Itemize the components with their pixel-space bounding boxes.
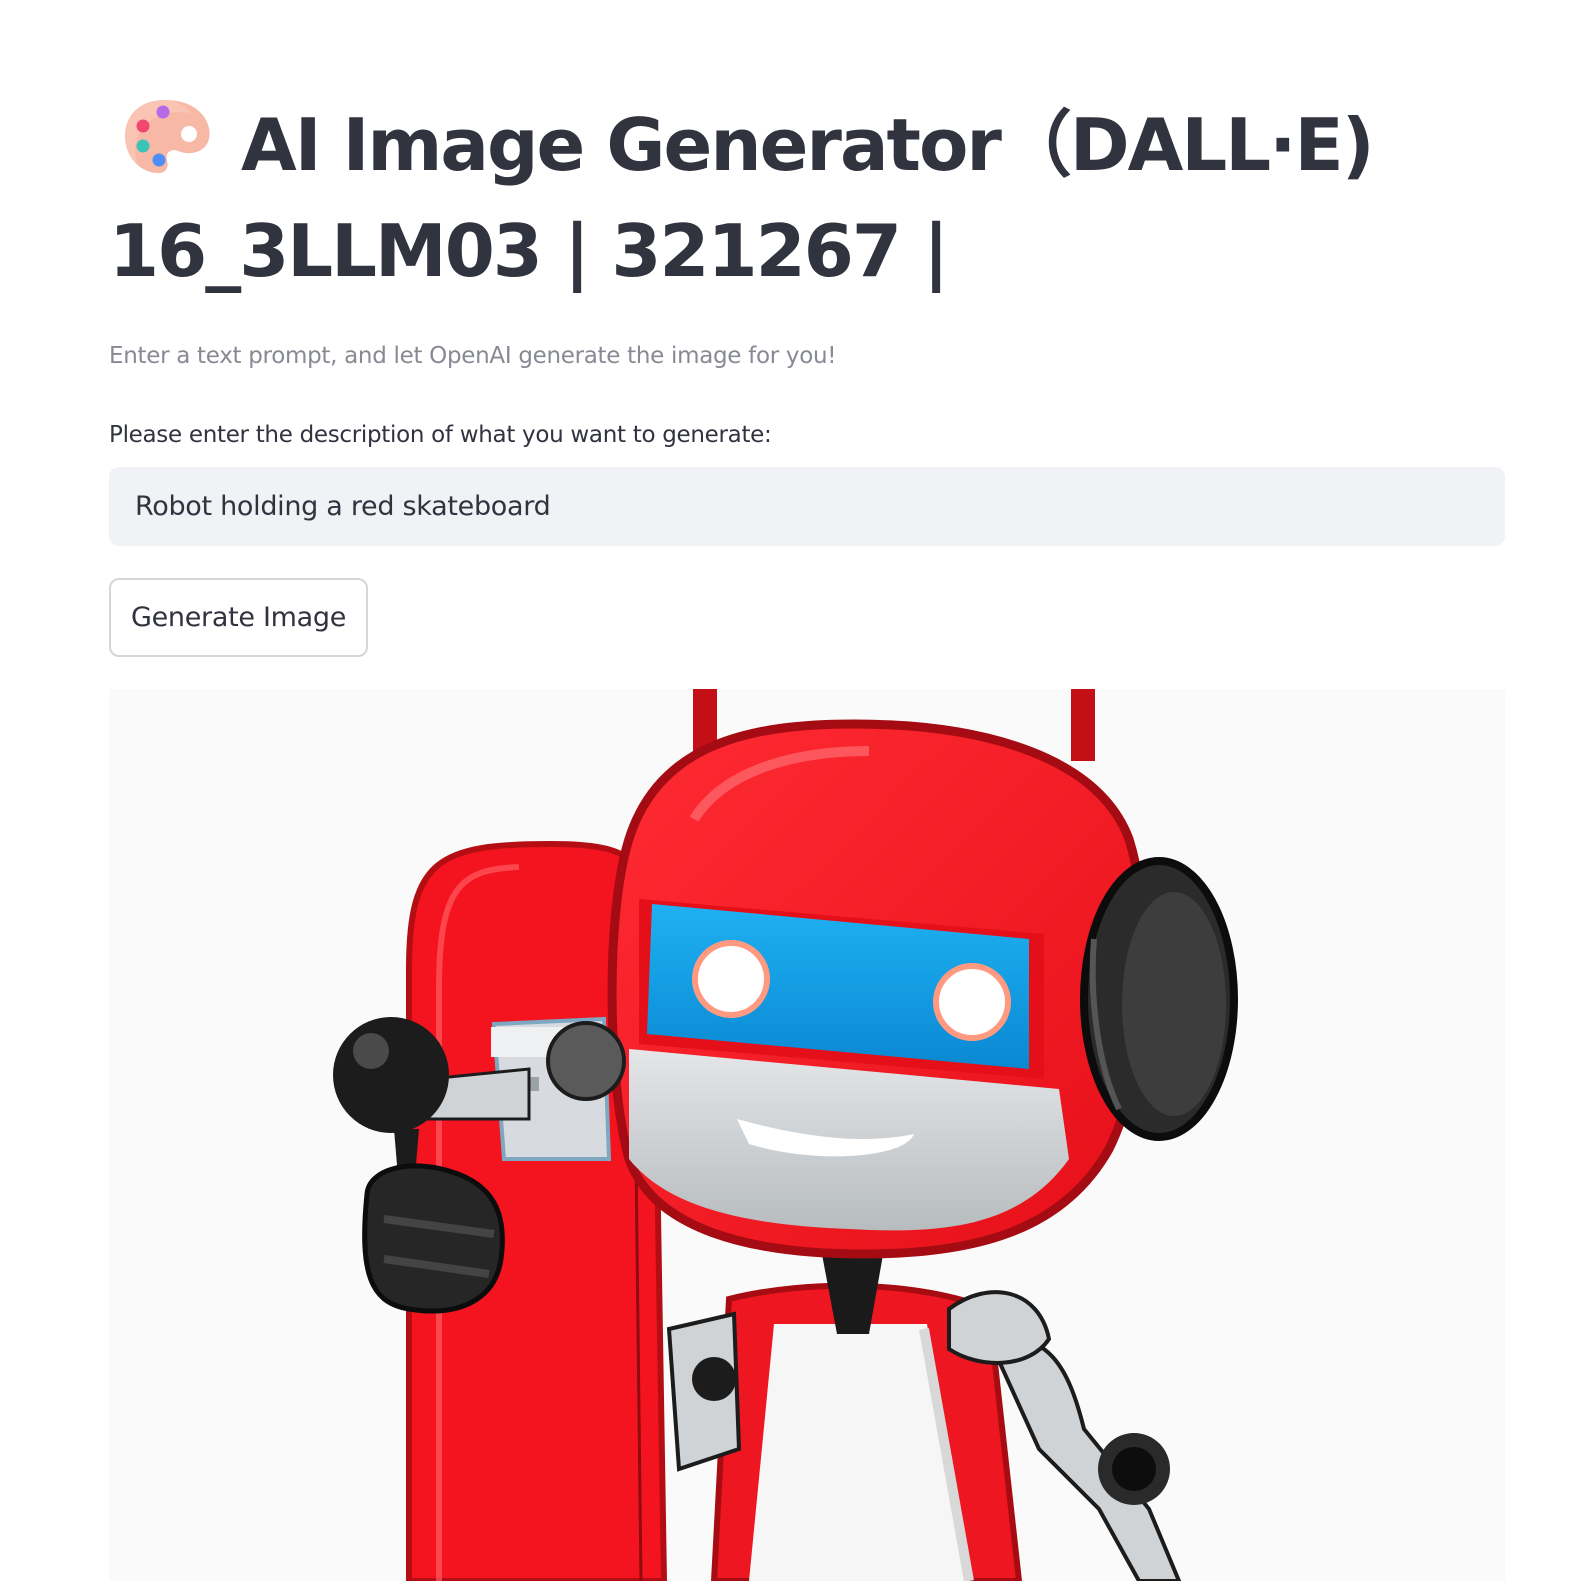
page-title: AI Image Generator（DALL·E) 16_3LLM03 | 3… (109, 92, 1517, 304)
artist-palette-icon (121, 96, 215, 178)
page-caption: Enter a text prompt, and let OpenAI gene… (109, 343, 837, 369)
prompt-label: Please enter the description of what you… (109, 422, 772, 448)
generated-image (109, 689, 1505, 1581)
page-title-text: AI Image Generator（DALL·E) 16_3LLM03 | 3… (109, 103, 1375, 293)
red-robot-holding-red-skateboard-image (109, 689, 1505, 1581)
app-page: AI Image Generator（DALL·E) 16_3LLM03 | 3… (0, 0, 1570, 1581)
generate-image-button[interactable]: Generate Image (109, 578, 368, 657)
prompt-input[interactable] (109, 467, 1505, 546)
